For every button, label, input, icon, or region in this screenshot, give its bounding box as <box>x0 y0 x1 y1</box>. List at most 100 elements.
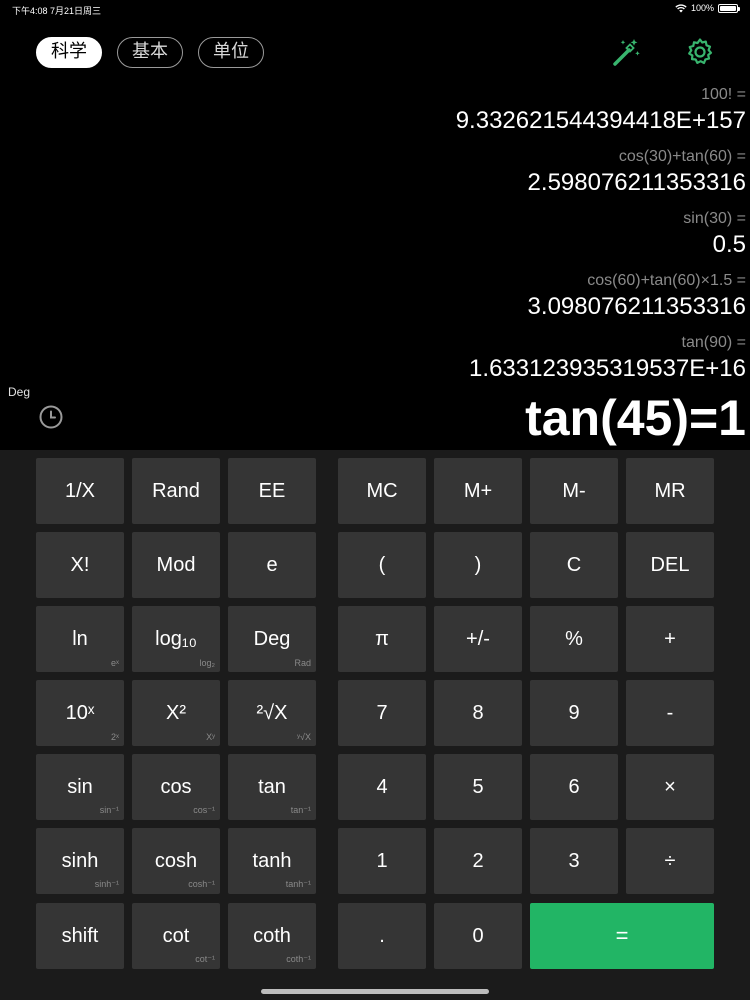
key-secondary-label: sinh⁻¹ <box>94 879 119 889</box>
ln-key[interactable]: ln eˣ <box>36 606 124 672</box>
right-paren-key[interactable]: ) <box>434 532 522 598</box>
digit-3-key[interactable]: 3 <box>530 828 618 894</box>
key-label: cosh <box>154 849 198 872</box>
left-paren-key[interactable]: ( <box>338 532 426 598</box>
digit-9-key[interactable]: 9 <box>530 680 618 746</box>
key-label: cos <box>160 775 192 798</box>
history-result: 3.098076211353316 <box>527 293 746 320</box>
history-item[interactable]: tan(90) = 1.633123935319537E+16 <box>46 332 746 384</box>
digit-4-key[interactable]: 4 <box>338 754 426 820</box>
mod-key[interactable]: Mod <box>132 532 220 598</box>
digit-2-key[interactable]: 2 <box>434 828 522 894</box>
mc-key[interactable]: MC <box>338 458 426 524</box>
key-secondary-label: Xʸ <box>206 732 215 742</box>
m-minus-key[interactable]: M- <box>530 458 618 524</box>
key-label: coth <box>253 924 291 947</box>
key-secondary-label: coth⁻¹ <box>286 954 311 964</box>
plus-key[interactable]: + <box>626 606 714 672</box>
key-label: 2 <box>472 849 484 872</box>
key-label: . <box>379 924 385 947</box>
percent-key[interactable]: % <box>530 606 618 672</box>
key-label: = <box>615 923 629 948</box>
keypad: 1/X Rand EE MC M+ M- MR X! Mod e ( ) C D… <box>0 450 750 1000</box>
key-label: % <box>565 627 583 650</box>
key-label: 6 <box>568 775 580 798</box>
tab-units[interactable]: 单位 <box>198 37 264 68</box>
digit-0-key[interactable]: 0 <box>434 903 522 969</box>
coth-key[interactable]: coth coth⁻¹ <box>228 903 316 969</box>
key-label: Rand <box>152 479 200 502</box>
cos-key[interactable]: cos cos⁻¹ <box>132 754 220 820</box>
key-label: sin <box>67 775 93 798</box>
key-label: C <box>566 553 582 576</box>
status-right: 100% <box>675 3 740 13</box>
key-label: X² <box>166 701 186 724</box>
clear-key[interactable]: C <box>530 532 618 598</box>
key-secondary-label: cot⁻¹ <box>195 954 215 964</box>
sign-toggle-key[interactable]: +/- <box>434 606 522 672</box>
tan-key[interactable]: tan tan⁻¹ <box>228 754 316 820</box>
reciprocal-key[interactable]: 1/X <box>36 458 124 524</box>
battery-percent: 100% <box>690 3 714 13</box>
history-expression: cos(30)+tan(60) = <box>618 148 746 165</box>
key-secondary-label: Rad <box>294 658 311 668</box>
history-expression: sin(30) = <box>683 210 746 227</box>
key-label: 7 <box>376 701 388 724</box>
tab-scientific[interactable]: 科学 <box>36 37 102 68</box>
divide-key[interactable]: ÷ <box>626 828 714 894</box>
history-item[interactable]: cos(60)+tan(60)×1.5 = 3.098076211353316 <box>46 270 746 322</box>
multiply-key[interactable]: × <box>626 754 714 820</box>
key-label: × <box>664 775 676 798</box>
key-label: - <box>666 701 674 724</box>
ten-power-key[interactable]: 10ˣ 2ˣ <box>36 680 124 746</box>
rand-key[interactable]: Rand <box>132 458 220 524</box>
m-plus-key[interactable]: M+ <box>434 458 522 524</box>
history-list: 100! = 9.332621544394418E+157 cos(30)+ta… <box>46 84 746 384</box>
key-label: +/- <box>466 627 490 650</box>
cot-key[interactable]: cot cot⁻¹ <box>132 903 220 969</box>
key-label: X! <box>70 553 90 576</box>
e-key[interactable]: e <box>228 532 316 598</box>
digit-7-key[interactable]: 7 <box>338 680 426 746</box>
tab-basic[interactable]: 基本 <box>117 37 183 68</box>
sinh-key[interactable]: sinh sinh⁻¹ <box>36 828 124 894</box>
home-indicator[interactable] <box>261 989 489 994</box>
history-item[interactable]: cos(30)+tan(60) = 2.598076211353316 <box>46 146 746 198</box>
square-root-key[interactable]: ²√X ʸ√X <box>228 680 316 746</box>
digit-5-key[interactable]: 5 <box>434 754 522 820</box>
shift-key[interactable]: shift <box>36 903 124 969</box>
key-secondary-label: cosh⁻¹ <box>188 879 215 889</box>
key-label: Deg <box>253 627 291 650</box>
mr-key[interactable]: MR <box>626 458 714 524</box>
digit-1-key[interactable]: 1 <box>338 828 426 894</box>
magic-wand-icon[interactable] <box>610 36 642 68</box>
sin-key[interactable]: sin sin⁻¹ <box>36 754 124 820</box>
key-label: EE <box>258 479 286 502</box>
history-item[interactable]: 100! = 9.332621544394418E+157 <box>46 84 746 136</box>
main-display: tan(45)=1 <box>525 390 746 446</box>
equals-key[interactable]: = <box>530 903 714 969</box>
history-expression: 100! = <box>701 86 746 103</box>
history-result: 2.598076211353316 <box>527 169 746 196</box>
history-result: 9.332621544394418E+157 <box>455 107 746 134</box>
deg-rad-key[interactable]: Deg Rad <box>228 606 316 672</box>
ee-key[interactable]: EE <box>228 458 316 524</box>
history-item[interactable]: sin(30) = 0.5 <box>46 208 746 260</box>
decimal-point-key[interactable]: . <box>338 903 426 969</box>
gear-icon[interactable] <box>684 36 716 68</box>
key-label: π <box>375 627 389 650</box>
cosh-key[interactable]: cosh cosh⁻¹ <box>132 828 220 894</box>
history-clock-icon[interactable] <box>38 404 64 430</box>
square-key[interactable]: X² Xʸ <box>132 680 220 746</box>
tanh-key[interactable]: tanh tanh⁻¹ <box>228 828 316 894</box>
pi-key[interactable]: π <box>338 606 426 672</box>
key-label: 5 <box>472 775 484 798</box>
minus-key[interactable]: - <box>626 680 714 746</box>
key-secondary-label: 2ˣ <box>111 732 119 742</box>
delete-key[interactable]: DEL <box>626 532 714 598</box>
log10-key[interactable]: log₁₀ log₂ <box>132 606 220 672</box>
digit-8-key[interactable]: 8 <box>434 680 522 746</box>
digit-6-key[interactable]: 6 <box>530 754 618 820</box>
factorial-key[interactable]: X! <box>36 532 124 598</box>
status-time-date: 下午4:08 7月21日周三 <box>12 6 102 16</box>
